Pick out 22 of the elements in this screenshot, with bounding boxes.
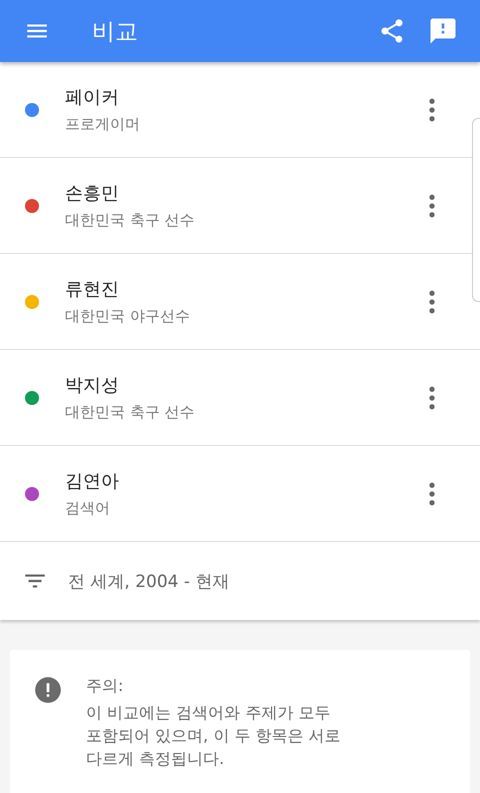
term-subtitle: 대한민국 야구선수 [65,307,191,326]
term-subtitle: 대한민국 축구 선수 [65,211,196,230]
term-subtitle: 검색어 [65,499,111,518]
notice-title: 주의: [86,676,124,697]
term-subtitle: 대한민국 축구 선수 [65,403,196,422]
screen-title: 비교 [92,18,138,46]
term-name: 손흥민 [65,182,120,205]
more-icon[interactable] [428,194,436,218]
more-icon[interactable] [428,290,436,314]
exclamation-icon [34,676,62,704]
more-icon[interactable] [428,386,436,410]
filter-label: 전 세계, 2004 - 현재 [68,570,230,592]
more-icon[interactable] [428,482,436,506]
more-icon[interactable] [428,98,436,122]
notice-text: 이 비교에는 검색어와 주제가 모두 포함되어 있으며, 이 두 항목은 서로 다르게 측정됩니다. [86,702,341,770]
term-subtitle: 프로게이머 [65,115,141,134]
filter-row[interactable]: 전 세계, 2004 - 현재 [0,542,480,620]
feedback-icon[interactable] [428,16,458,46]
term-name: 김연아 [65,470,120,493]
term-name: 박지성 [65,374,120,397]
term-name: 페이커 [65,86,120,109]
term-name: 류현진 [65,278,120,301]
